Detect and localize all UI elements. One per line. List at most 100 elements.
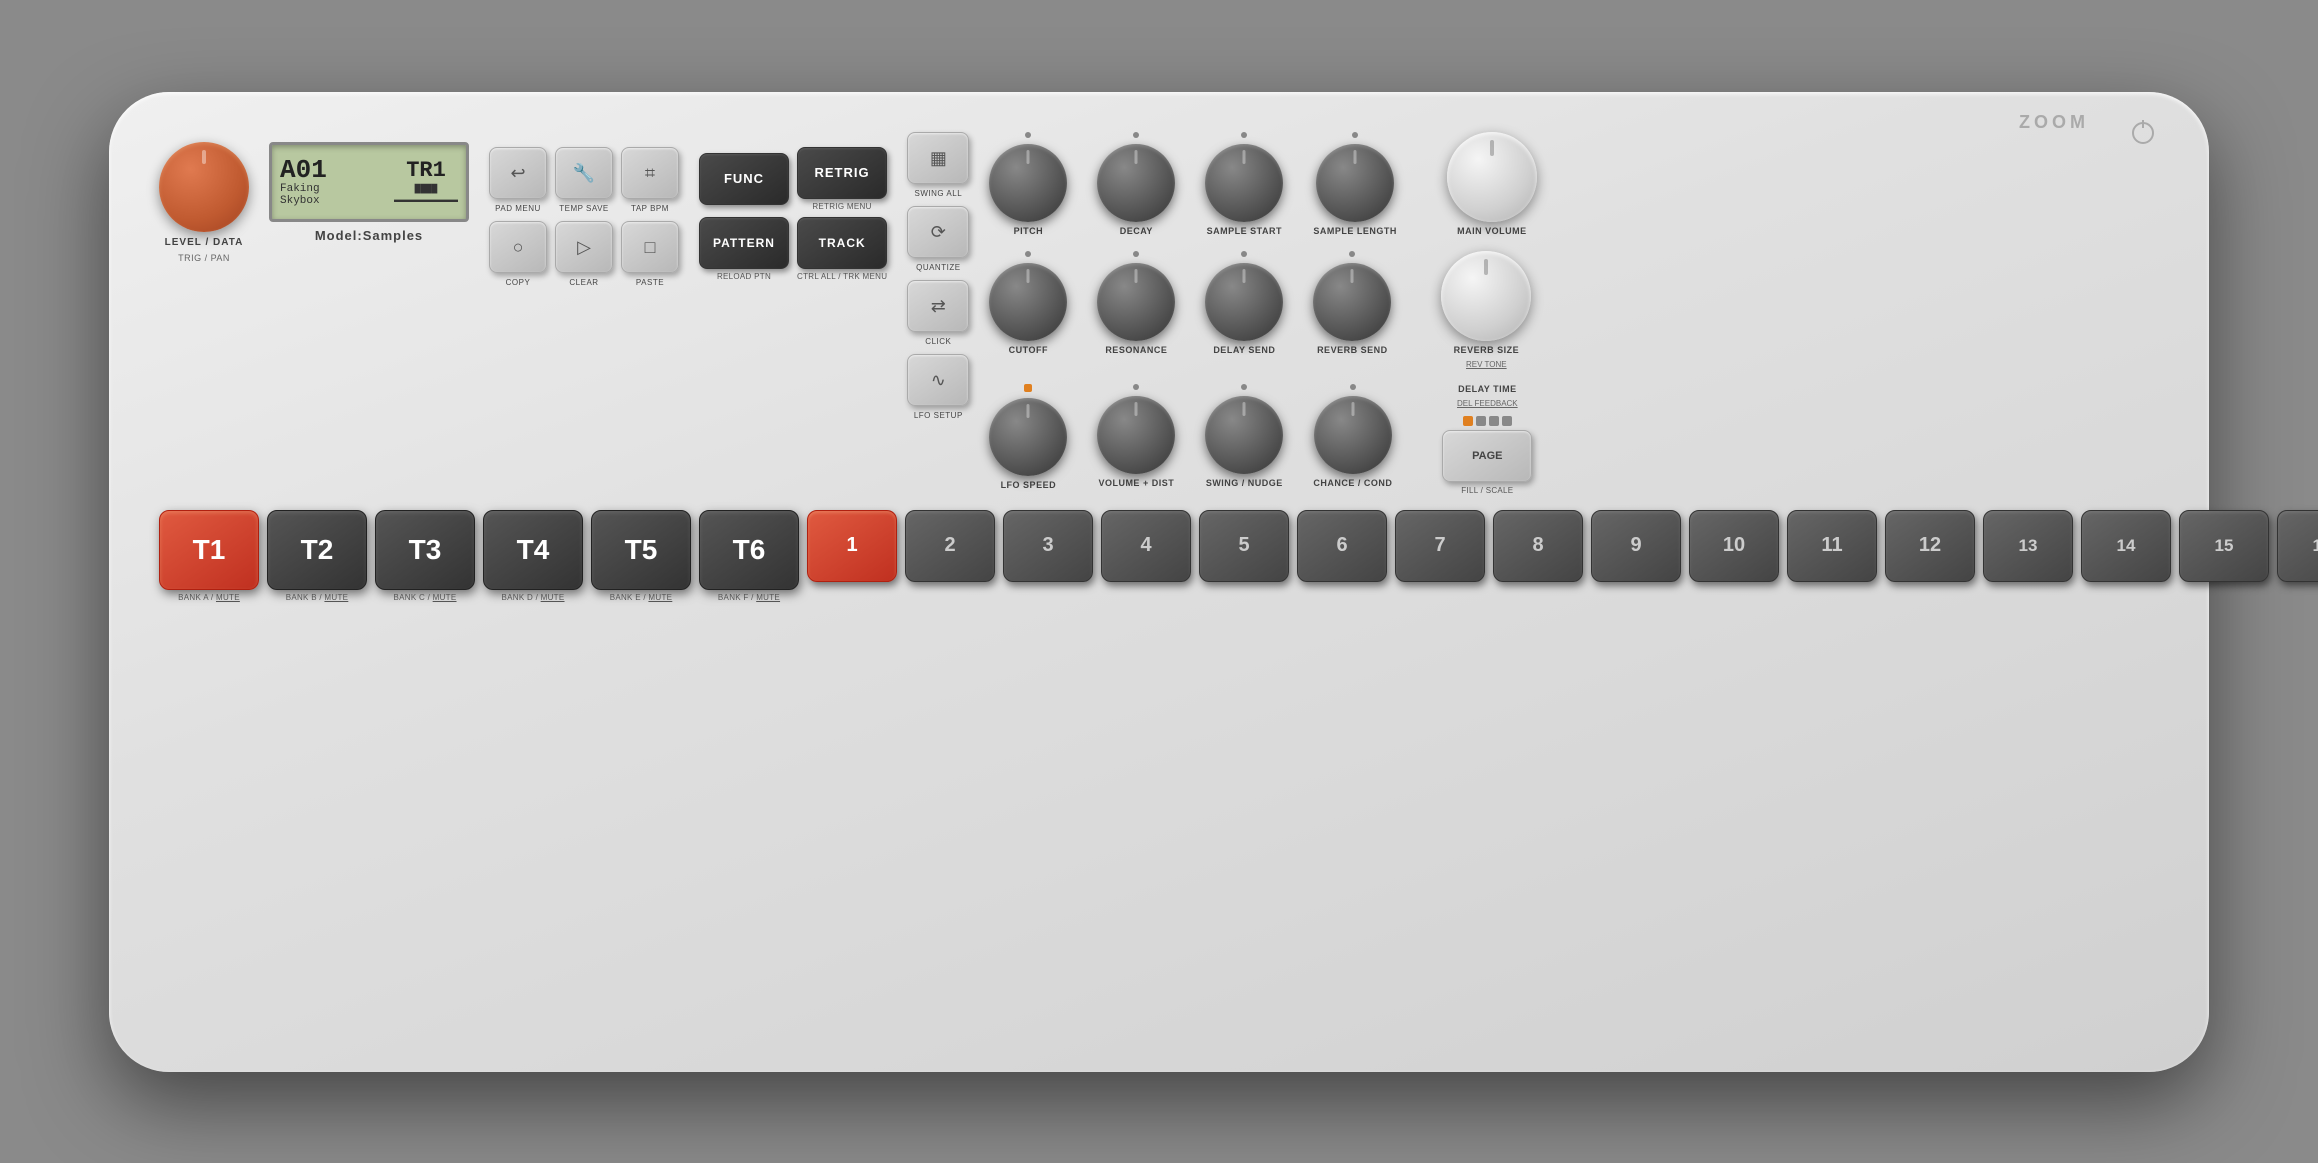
copy-button[interactable]: ○: [489, 221, 547, 273]
paste-group: □ PASTE: [621, 221, 679, 287]
pad-menu-label: PAD MENU: [495, 204, 541, 213]
func-button[interactable]: FUNC: [699, 153, 789, 205]
main-volume-knob[interactable]: [1447, 132, 1537, 222]
copy-group: ○ COPY: [489, 221, 547, 287]
device-name-label: Model:Samples: [315, 228, 423, 243]
delay-time-label: DELAY TIME: [1458, 384, 1517, 395]
step-1-button[interactable]: 1: [807, 510, 897, 582]
lcd-screen: A01 Faking Skybox TR1 ████ ▬▬▬▬▬▬▬▬: [269, 142, 469, 222]
retrig-button[interactable]: RETRIG: [797, 147, 887, 199]
step-15-button[interactable]: 15: [2179, 510, 2269, 582]
t5-button[interactable]: T5: [591, 510, 691, 590]
track-button[interactable]: TRACK: [797, 217, 887, 269]
tap-bpm-group: ⌗ TAP BPM: [621, 147, 679, 213]
click-label: CLICK: [925, 337, 951, 346]
lcd-waveform: ▬▬▬▬▬▬▬▬: [394, 195, 458, 204]
display-area: A01 Faking Skybox TR1 ████ ▬▬▬▬▬▬▬▬ Mode…: [269, 142, 469, 243]
rev-tone-label: REV TONE: [1466, 360, 1507, 369]
track-group: TRACK CTRL ALL / TRK MENU: [797, 217, 887, 281]
reverb-send-led: [1349, 251, 1355, 257]
temp-save-button[interactable]: 🔧: [555, 147, 613, 199]
step-3-button[interactable]: 3: [1003, 510, 1093, 582]
click-button[interactable]: ⇄: [907, 280, 969, 332]
t1-label: T1: [193, 536, 226, 564]
pattern-button[interactable]: PATTERN: [699, 217, 789, 269]
sample-start-led: [1241, 132, 1247, 138]
sample-start-knob[interactable]: [1205, 144, 1283, 222]
lfo-speed-knob[interactable]: [989, 398, 1067, 476]
pad-menu-icon: ↩: [510, 164, 525, 182]
pad-menu-group: ↩ PAD MENU: [489, 147, 547, 213]
pad-menu-button[interactable]: ↩: [489, 147, 547, 199]
decay-knob[interactable]: [1097, 144, 1175, 222]
pitch-led: [1025, 132, 1031, 138]
pitch-knob[interactable]: [989, 144, 1067, 222]
t3-button[interactable]: T3: [375, 510, 475, 590]
swing-all-button[interactable]: ▦: [907, 132, 969, 184]
step-6-button[interactable]: 6: [1297, 510, 1387, 582]
step-7-button[interactable]: 7: [1395, 510, 1485, 582]
btn-row-2: ○ COPY ▷ CLEAR □ PASTE: [489, 221, 679, 287]
step-12-button[interactable]: 12: [1885, 510, 1975, 582]
page-button[interactable]: PAGE: [1442, 430, 1532, 482]
delay-send-knob-unit: DELAY SEND: [1205, 251, 1283, 356]
temp-save-group: 🔧 TEMP SAVE: [555, 147, 613, 213]
clear-button[interactable]: ▷: [555, 221, 613, 273]
top-controls: LEVEL / DATA TRIG / PAN A01 Faking Skybo…: [159, 132, 2159, 495]
power-icon: [2132, 122, 2154, 144]
paste-button[interactable]: □: [621, 221, 679, 273]
t2-button[interactable]: T2: [267, 510, 367, 590]
reverb-size-knob[interactable]: [1441, 251, 1531, 341]
tap-bpm-icon: ⌗: [645, 164, 655, 182]
click-group: ⇄ CLICK: [907, 280, 969, 346]
sample-start-knob-unit: SAMPLE START: [1205, 132, 1283, 237]
copy-label: COPY: [506, 278, 531, 287]
step-5-button[interactable]: 5: [1199, 510, 1289, 582]
step-16-button[interactable]: 16: [2277, 510, 2318, 582]
decay-led: [1133, 132, 1139, 138]
t1-group: T1 BANK A / MUTE: [159, 510, 259, 602]
step-8-button[interactable]: 8: [1493, 510, 1583, 582]
step-13-button[interactable]: 13: [1983, 510, 2073, 582]
sample-length-led: [1352, 132, 1358, 138]
swing-all-icon: ▦: [930, 149, 947, 167]
decay-label: DECAY: [1120, 226, 1153, 237]
chance-cond-label: CHANCE / COND: [1313, 478, 1392, 489]
delay-send-knob[interactable]: [1205, 263, 1283, 341]
swing-nudge-knob[interactable]: [1205, 396, 1283, 474]
chance-cond-knob-unit: CHANCE / COND: [1313, 384, 1392, 489]
resonance-led: [1133, 251, 1139, 257]
level-data-sublabel: TRIG / PAN: [178, 253, 230, 263]
chance-cond-knob[interactable]: [1314, 396, 1392, 474]
step-4-button[interactable]: 4: [1101, 510, 1191, 582]
step-14-button[interactable]: 14: [2081, 510, 2171, 582]
decay-knob-unit: DECAY: [1097, 132, 1175, 237]
swing-all-label: SWING ALL: [915, 189, 963, 198]
quantize-button[interactable]: ⟳: [907, 206, 969, 258]
reverb-send-label: REVERB SEND: [1317, 345, 1388, 356]
t6-button[interactable]: T6: [699, 510, 799, 590]
step-2-button[interactable]: 2: [905, 510, 995, 582]
step-9-button[interactable]: 9: [1591, 510, 1681, 582]
clear-group: ▷ CLEAR: [555, 221, 613, 287]
reload-ptn-label: RELOAD PTN: [717, 272, 771, 281]
tap-bpm-button[interactable]: ⌗: [621, 147, 679, 199]
paste-label: PASTE: [636, 278, 664, 287]
btn-row-1: ↩ PAD MENU 🔧 TEMP SAVE ⌗ T: [489, 147, 679, 213]
page-dot-1: [1463, 416, 1473, 426]
sample-length-knob[interactable]: [1316, 144, 1394, 222]
lfo-speed-label: LFO SPEED: [1001, 480, 1057, 491]
reverb-send-knob[interactable]: [1313, 263, 1391, 341]
t4-button[interactable]: T4: [483, 510, 583, 590]
lfo-setup-button[interactable]: ∿: [907, 354, 969, 406]
step-11-button[interactable]: 11: [1787, 510, 1877, 582]
device: ZOOM LEVEL / DATA TRIG / PAN A01 Faking …: [109, 92, 2209, 1072]
cutoff-knob[interactable]: [989, 263, 1067, 341]
resonance-knob[interactable]: [1097, 263, 1175, 341]
volume-dist-knob[interactable]: [1097, 396, 1175, 474]
t1-button[interactable]: T1: [159, 510, 259, 590]
step-10-button[interactable]: 10: [1689, 510, 1779, 582]
level-data-knob[interactable]: [159, 142, 249, 232]
reverb-size-label: REVERB SIZE: [1454, 345, 1520, 356]
page-indicators: [1463, 416, 1512, 426]
